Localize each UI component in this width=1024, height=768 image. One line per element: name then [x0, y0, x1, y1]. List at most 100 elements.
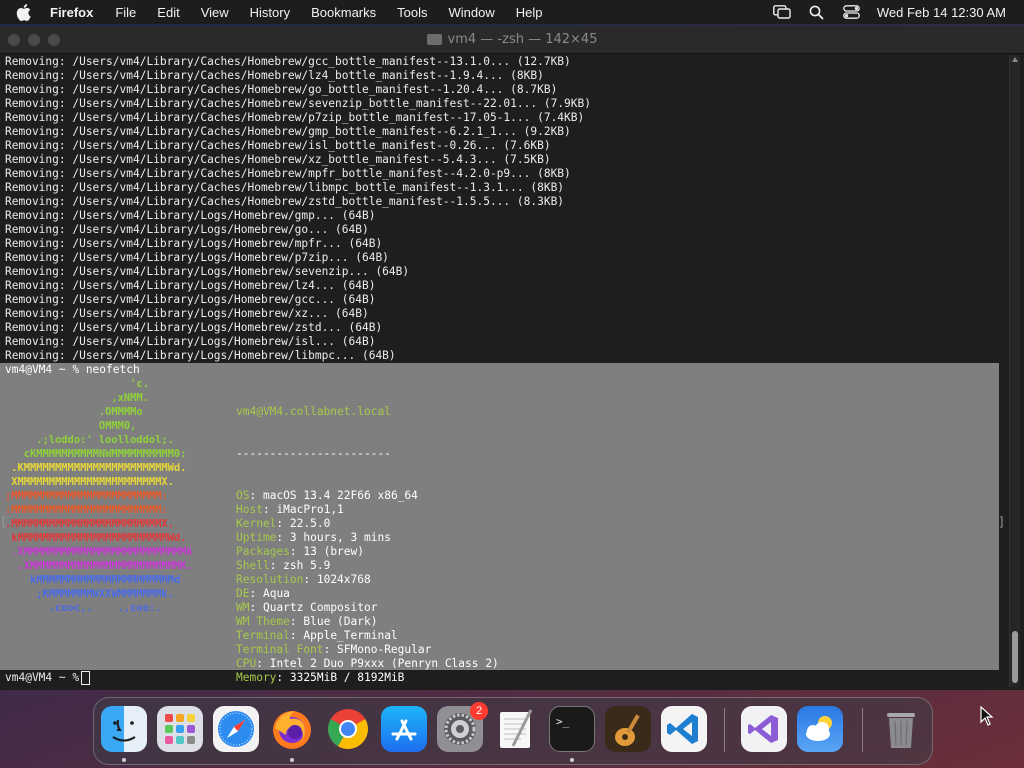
- logo-line: OMMM0,: [5, 420, 137, 432]
- dock: 2 >_: [93, 697, 933, 765]
- menu-window[interactable]: Window: [449, 5, 495, 20]
- menu-view[interactable]: View: [201, 5, 229, 20]
- terminal-output[interactable]: Removing: /Users/vm4/Library/Caches/Home…: [5, 55, 1005, 363]
- info-key: Uptime: [236, 531, 277, 544]
- info-row: DE: Aqua: [236, 587, 499, 601]
- weather-icon[interactable]: [797, 706, 843, 752]
- running-indicator: [570, 758, 574, 762]
- info-key: WM Theme: [236, 615, 290, 628]
- info-key: Memory: [236, 671, 277, 684]
- close-window-button[interactable]: [8, 34, 20, 46]
- menu-app-name[interactable]: Firefox: [50, 5, 93, 20]
- logo-line: kMMMMMMMMMMMMMMMMMMMMMMMMWd.: [5, 532, 187, 544]
- info-key: Kernel: [236, 517, 277, 530]
- menu-edit[interactable]: Edit: [157, 5, 179, 20]
- terminal-title-bar[interactable]: vm4 — -zsh — 142×45: [0, 26, 1024, 54]
- output-line: Removing: /Users/vm4/Library/Caches/Home…: [5, 111, 585, 124]
- info-colon: :: [289, 545, 304, 558]
- apple-ascii-logo: 'c. ,xNMM. .OMMMMo OMMM0, .;loddo:' lool…: [5, 377, 193, 615]
- firefox-icon[interactable]: [269, 706, 315, 752]
- info-value: SFMono-Regular: [337, 643, 432, 656]
- info-value: zsh 5.9: [283, 559, 331, 572]
- info-key: DE: [236, 587, 250, 600]
- output-line: Removing: /Users/vm4/Library/Caches/Home…: [5, 181, 565, 194]
- right-bracket-marker: ]: [998, 515, 1006, 529]
- neofetch-selection[interactable]: vm4@VM4 ~ % neofetch 'c. ,xNMM. .OMMMMo …: [0, 363, 999, 684]
- menu-help[interactable]: Help: [516, 5, 543, 20]
- info-value: 1024x768: [316, 573, 371, 586]
- mouse-pointer-icon: [980, 705, 994, 730]
- textedit-icon[interactable]: [493, 706, 539, 752]
- dock-separator: [862, 708, 863, 752]
- info-value: Apple_Terminal: [303, 629, 398, 642]
- scroll-up-arrow-icon[interactable]: [1012, 57, 1018, 62]
- output-line: Removing: /Users/vm4/Library/Caches/Home…: [5, 125, 571, 138]
- logo-line: ;KMMMMMMMWXXWMMMMMMMk.: [5, 588, 174, 600]
- text-cursor: [81, 671, 91, 685]
- neofetch-separator: -----------------------: [236, 447, 391, 460]
- menu-history[interactable]: History: [250, 5, 290, 20]
- info-key: Terminal Font: [236, 643, 324, 656]
- logo-line: ,xNMM.: [5, 392, 149, 404]
- terminal-title: vm4 — -zsh — 142×45: [447, 32, 598, 47]
- info-row: Terminal Font: SFMono-Regular: [236, 643, 499, 657]
- output-line: Removing: /Users/vm4/Library/Logs/Homebr…: [5, 307, 369, 320]
- logo-line: .KMMMMMMMMMMMMMMMMMMMMMMMWd.: [5, 462, 187, 474]
- output-line: Removing: /Users/vm4/Library/Logs/Homebr…: [5, 251, 389, 264]
- info-row: WM: Quartz Compositor: [236, 601, 499, 615]
- terminal-window[interactable]: vm4 — -zsh — 142×45 Removing: /Users/vm4…: [0, 26, 1024, 690]
- neofetch-user-host: vm4@VM4.collabnet.local: [236, 405, 391, 418]
- output-line: Removing: /Users/vm4/Library/Logs/Homebr…: [5, 237, 383, 250]
- chrome-icon[interactable]: [325, 706, 371, 752]
- info-row: Uptime: 3 hours, 3 mins: [236, 531, 499, 545]
- info-key: CPU: [236, 657, 257, 670]
- info-row: Terminal: Apple_Terminal: [236, 629, 499, 643]
- running-indicator: [290, 758, 294, 762]
- terminal-icon[interactable]: >_: [549, 706, 595, 752]
- app-store-icon[interactable]: [381, 706, 427, 752]
- info-row: Kernel: 22.5.0: [236, 517, 499, 531]
- output-line: Removing: /Users/vm4/Library/Caches/Home…: [5, 55, 571, 68]
- vscode-icon[interactable]: [661, 706, 707, 752]
- info-value: Intel 2 Duo P9xxx (Penryn Class 2): [269, 657, 499, 670]
- launchpad-icon[interactable]: [157, 706, 203, 752]
- safari-icon[interactable]: [213, 706, 259, 752]
- output-line: Removing: /Users/vm4/Library/Caches/Home…: [5, 195, 565, 208]
- trash-icon[interactable]: [878, 706, 924, 752]
- logo-line: XMMMMMMMMMMMMMMMMMMMMMMMX.: [5, 476, 174, 488]
- menu-file[interactable]: File: [115, 5, 136, 20]
- apple-icon[interactable]: [16, 3, 36, 21]
- output-line: Removing: /Users/vm4/Library/Caches/Home…: [5, 153, 551, 166]
- minimize-window-button[interactable]: [28, 34, 40, 46]
- output-line: Removing: /Users/vm4/Library/Logs/Homebr…: [5, 321, 383, 334]
- output-line: Removing: /Users/vm4/Library/Caches/Home…: [5, 69, 544, 82]
- terminal-prompt[interactable]: vm4@VM4 ~ %: [5, 671, 91, 685]
- neofetch-command: vm4@VM4 ~ % neofetch: [5, 363, 140, 376]
- scrollbar-thumb[interactable]: [1012, 631, 1018, 683]
- info-colon: :: [276, 671, 290, 684]
- finder-icon[interactable]: [101, 706, 147, 752]
- control-center-icon[interactable]: [843, 4, 861, 20]
- menu-bar-clock[interactable]: Wed Feb 14 12:30 AM: [877, 5, 1006, 20]
- info-value: Aqua: [262, 587, 290, 600]
- output-line: Removing: /Users/vm4/Library/Caches/Home…: [5, 139, 551, 152]
- visual-studio-icon[interactable]: [741, 706, 787, 752]
- screen-mirror-icon[interactable]: [772, 4, 791, 20]
- zoom-window-button[interactable]: [48, 34, 60, 46]
- info-colon: :: [276, 531, 290, 544]
- logo-line: :MMMMMMMMMMMMMMMMMMMMMMMM:: [5, 504, 168, 516]
- left-bracket-marker: [: [0, 515, 8, 529]
- output-line: Removing: /Users/vm4/Library/Caches/Home…: [5, 167, 571, 180]
- folder-icon: [426, 34, 442, 45]
- info-row: Memory: 3325MiB / 8192MiB: [236, 671, 499, 685]
- info-row: OS: macOS 13.4 22F66 x86_64: [236, 489, 499, 503]
- terminal-scrollbar[interactable]: [1009, 55, 1020, 687]
- info-row: CPU: Intel 2 Duo P9xxx (Penryn Class 2): [236, 657, 499, 671]
- search-icon[interactable]: [808, 4, 826, 20]
- info-colon: :: [262, 503, 277, 516]
- garageband-icon[interactable]: [605, 706, 651, 752]
- info-colon: :: [323, 643, 338, 656]
- menu-bookmarks[interactable]: Bookmarks: [311, 5, 376, 20]
- menu-tools[interactable]: Tools: [397, 5, 427, 20]
- info-key: Shell: [236, 559, 270, 572]
